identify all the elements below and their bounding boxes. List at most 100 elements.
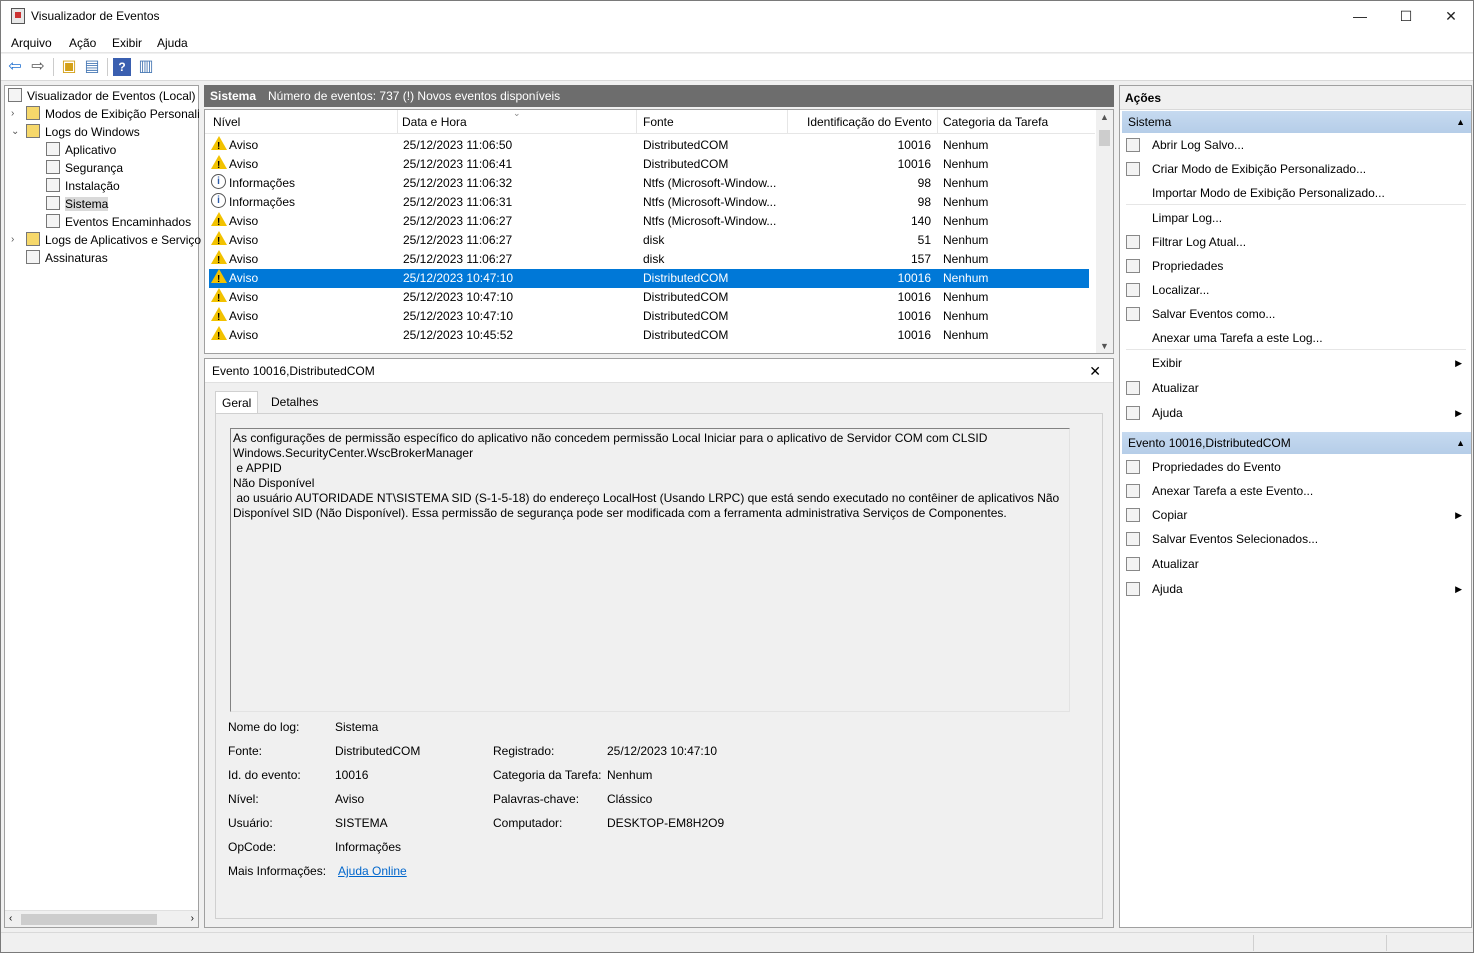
action-item[interactable]: Propriedades (1126, 255, 1466, 277)
tree-item-aplicativo[interactable]: Aplicativo (46, 141, 116, 159)
action-item[interactable]: Atualizar (1126, 553, 1466, 575)
cell-source: Ntfs (Microsoft-Window... (643, 195, 777, 209)
back-arrow-icon[interactable]: ⇦ (6, 58, 24, 76)
event-row[interactable]: Aviso 25/12/2023 11:06:50 DistributedCOM 10… (209, 136, 1089, 156)
collapse-chevron-icon[interactable]: ▲ (1456, 432, 1465, 454)
show-hide-actions-icon[interactable]: ▥ (137, 58, 155, 76)
event-row[interactable]: Aviso 25/12/2023 10:47:10 DistributedCOM 10… (209, 288, 1089, 308)
subscriptions-icon (26, 250, 40, 264)
collapse-icon[interactable]: ⌄ (11, 123, 19, 141)
event-message[interactable]: As configurações de permissão específico… (230, 428, 1070, 712)
scroll-down-icon[interactable]: ▼ (1096, 341, 1113, 351)
menu-acao[interactable]: Ação (69, 36, 96, 50)
event-row[interactable]: i Informações 25/12/2023 11:06:32 Ntfs (Mic… (209, 174, 1089, 193)
column-divider[interactable] (636, 110, 637, 134)
event-viewer-icon (8, 88, 22, 102)
action-item[interactable]: Filtrar Log Atual... (1126, 231, 1466, 253)
tree-windows-logs[interactable]: ⌄ Logs do Windows (8, 123, 140, 141)
col-categoria[interactable]: Categoria da Tarefa (943, 115, 1048, 129)
action-item[interactable]: Abrir Log Salvo... (1126, 134, 1466, 156)
scroll-right-icon[interactable]: › (191, 913, 194, 924)
help-icon[interactable]: ? (113, 58, 131, 76)
menu-arquivo[interactable]: Arquivo (11, 36, 52, 50)
tree-subscriptions[interactable]: Assinaturas (26, 249, 108, 267)
cell-event-id: 10016 (897, 290, 931, 304)
column-divider[interactable] (937, 110, 938, 134)
expand-icon[interactable]: › (11, 231, 14, 249)
event-row[interactable]: Aviso 25/12/2023 10:45:52 DistributedCOM 10… (209, 326, 1089, 346)
scroll-thumb[interactable] (21, 914, 157, 925)
tree-item-eventos-encaminhados[interactable]: Eventos Encaminhados (46, 213, 191, 231)
section-sistema[interactable]: Sistema ▲ (1122, 111, 1471, 133)
value-source: DistributedCOM (335, 744, 421, 758)
forward-arrow-icon[interactable]: ⇨ (29, 58, 47, 76)
collapse-chevron-icon[interactable]: ▲ (1456, 111, 1465, 133)
tree-root[interactable]: Visualizador de Eventos (Local) (8, 87, 196, 105)
action-item[interactable]: Anexar uma Tarefa a este Log... (1126, 327, 1466, 349)
grid-vertical-scrollbar[interactable]: ▲ ▼ (1096, 110, 1113, 353)
maximize-button[interactable]: ☐ (1383, 1, 1429, 31)
log-name: Sistema (210, 89, 257, 103)
log-icon (46, 160, 60, 174)
column-divider[interactable] (397, 110, 398, 134)
scroll-left-icon[interactable]: ‹ (9, 913, 12, 924)
action-item[interactable]: Importar Modo de Exibição Personalizado.… (1126, 182, 1466, 204)
action-item[interactable]: Copiar ▶ (1126, 504, 1466, 526)
action-item[interactable]: Salvar Eventos como... (1126, 303, 1466, 325)
close-button[interactable]: ✕ (1428, 1, 1474, 31)
action-item[interactable]: Criar Modo de Exibição Personalizado... (1126, 158, 1466, 180)
tree-item-instalacao[interactable]: Instalação (46, 177, 120, 195)
event-row[interactable]: Aviso 25/12/2023 10:47:10 DistributedCOM 10… (209, 269, 1089, 289)
tab-detalhes[interactable]: Detalhes (265, 391, 324, 413)
col-nivel[interactable]: Nível (213, 115, 240, 129)
col-id-evento[interactable]: Identificação do Evento (807, 115, 932, 129)
tree-item-sistema[interactable]: Sistema (46, 195, 109, 213)
event-row[interactable]: Aviso 25/12/2023 10:47:10 DistributedCOM 10… (209, 307, 1089, 327)
action-item[interactable]: Salvar Eventos Selecionados... (1126, 528, 1466, 550)
tree-item-seguranca[interactable]: Segurança (46, 159, 123, 177)
cell-category: Nenhum (943, 214, 989, 228)
close-detail-icon[interactable]: ✕ (1089, 359, 1101, 383)
action-item[interactable]: Ajuda ▶ (1126, 578, 1466, 600)
label-level: Nível: (228, 792, 259, 806)
column-divider[interactable] (787, 110, 788, 134)
menu-ajuda[interactable]: Ajuda (157, 36, 188, 50)
event-row[interactable]: Aviso 25/12/2023 11:06:41 DistributedCOM 10… (209, 155, 1089, 175)
scroll-thumb[interactable] (1099, 130, 1110, 146)
scroll-up-icon[interactable]: ▲ (1096, 112, 1113, 122)
online-help-link[interactable]: Ajuda Online (338, 864, 407, 878)
warning-icon (211, 288, 227, 308)
section-evento[interactable]: Evento 10016,DistributedCOM ▲ (1122, 432, 1471, 454)
tree-app-logs[interactable]: › Logs de Aplicativos e Serviço (8, 231, 201, 249)
event-row[interactable]: Aviso 25/12/2023 11:06:27 disk 157 Nenhum (209, 250, 1089, 270)
event-row[interactable]: Aviso 25/12/2023 11:06:27 Ntfs (Microsoft-… (209, 212, 1089, 232)
expand-icon[interactable]: › (11, 105, 14, 123)
action-item[interactable]: Localizar... (1126, 279, 1466, 301)
action-item[interactable]: Anexar Tarefa a este Evento... (1126, 480, 1466, 502)
tab-geral[interactable]: Geral (215, 391, 259, 415)
minimize-button[interactable]: — (1337, 1, 1383, 31)
folder-icon (26, 106, 40, 120)
cell-source: disk (643, 252, 665, 266)
cell-date: 25/12/2023 10:47:10 (403, 309, 514, 323)
toolbar: ⇦ ⇨ ▣ ▤ ? ▥ (1, 54, 1473, 81)
folder-up-icon[interactable]: ▣ (60, 58, 78, 76)
action-label: Ajuda (1152, 582, 1183, 596)
save-icon (1126, 532, 1140, 546)
label-opcode: OpCode: (228, 840, 277, 854)
action-item[interactable]: Propriedades do Evento (1126, 456, 1466, 478)
col-data-hora[interactable]: Data e Hora (402, 115, 467, 129)
menu-exibir[interactable]: Exibir (112, 36, 142, 50)
event-row[interactable]: i Informações 25/12/2023 11:06:31 Ntfs (Mic… (209, 193, 1089, 212)
action-item[interactable]: Exibir ▶ (1126, 352, 1466, 374)
action-item[interactable]: Atualizar (1126, 377, 1466, 399)
navigation-tree: Visualizador de Eventos (Local) › Modos d… (4, 85, 201, 928)
tree-custom-views[interactable]: › Modos de Exibição Personali (8, 105, 200, 123)
action-item[interactable]: Ajuda ▶ (1126, 402, 1466, 424)
cell-level: Aviso (229, 309, 259, 323)
action-item[interactable]: Limpar Log... (1126, 207, 1466, 229)
show-hide-tree-icon[interactable]: ▤ (83, 58, 101, 76)
col-fonte[interactable]: Fonte (643, 115, 674, 129)
event-row[interactable]: Aviso 25/12/2023 11:06:27 disk 51 Nenhum (209, 231, 1089, 251)
tree-horizontal-scrollbar[interactable]: ‹ › (5, 910, 198, 927)
